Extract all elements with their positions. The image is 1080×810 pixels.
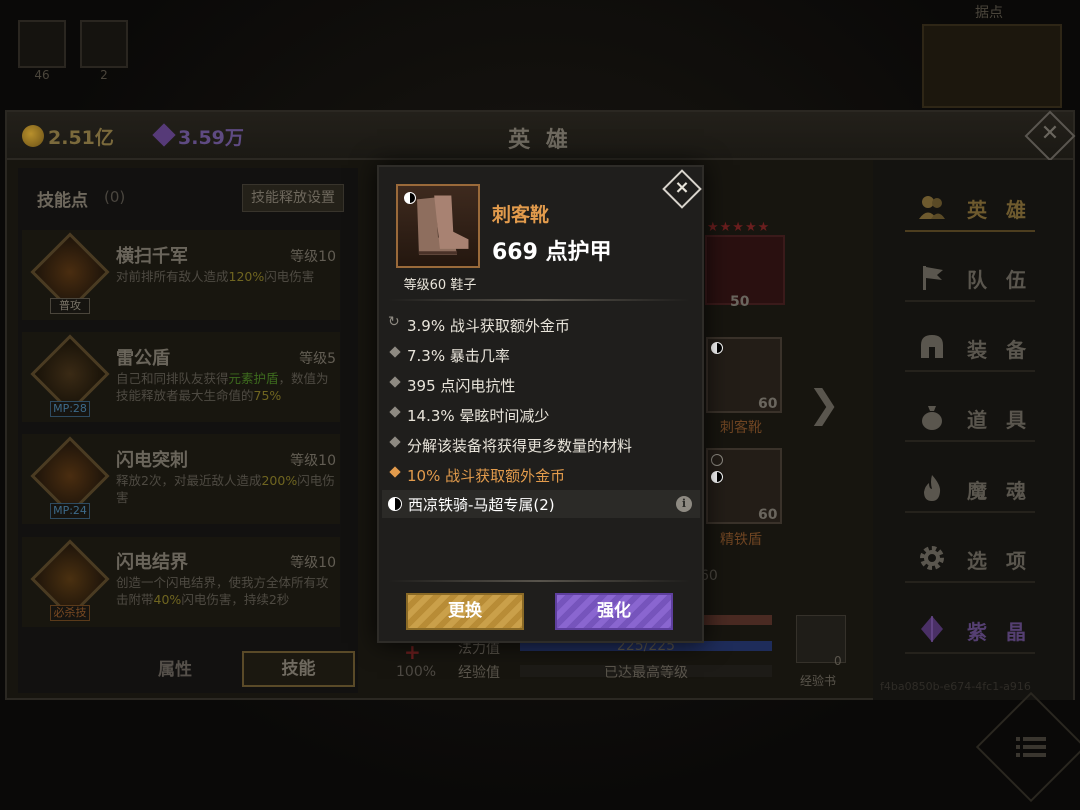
refresh-icon: ↻: [388, 314, 400, 330]
sidebar-item-crystal[interactable]: 紫 晶: [905, 606, 1035, 654]
gold-amount: 2.51亿: [48, 127, 114, 149]
sidebar-item-soul[interactable]: 魔 魂: [905, 465, 1035, 513]
item-stat-row: 395 点闪电抗性: [388, 370, 693, 400]
menu-icon: [1016, 737, 1046, 757]
percent-value: 100%: [396, 664, 437, 680]
hero-star-rating: ★★★★★: [707, 220, 771, 235]
upgrade-button[interactable]: 强化: [555, 593, 673, 630]
equipment-level: 60: [758, 507, 778, 523]
skill-description: 释放2次，对最近敌人造成200%闪电伤害: [116, 473, 335, 505]
skill-description: 创造一个闪电结界，使我方全体所有攻击附带40%闪电伤害，持续2秒: [116, 575, 329, 607]
item-stat-row-special: 10% 战斗获取额外金币: [388, 460, 693, 490]
gold-coin-icon: [22, 125, 44, 147]
skill-level: 等级5: [299, 351, 336, 367]
item-stat-row: 14.3% 晕眩时间减少: [388, 400, 693, 430]
exp-book-label: 经验书: [800, 674, 837, 688]
helmet-icon: [921, 335, 943, 358]
gem-amount: 3.59万: [178, 127, 244, 149]
item-armor-value: 669 点护甲: [492, 240, 612, 265]
sidebar-item-hero[interactable]: 英 雄: [905, 184, 1035, 232]
item-stat-row: ↻ 3.9% 战斗获取额外金币: [388, 314, 570, 335]
top-item-slot-2[interactable]: [80, 20, 128, 68]
skill-mp-tag: MP:24: [50, 503, 90, 519]
empty-circle-icon: [711, 454, 723, 466]
skill-name: 横扫千军: [116, 246, 188, 267]
skill-description: 对前排所有敌人造成120%闪电伤害: [116, 269, 315, 284]
close-icon: ✕: [1040, 121, 1060, 146]
yinyang-icon: [711, 471, 723, 483]
skill-tag: 普攻: [50, 298, 90, 314]
tab-skills[interactable]: 技能: [242, 651, 355, 687]
item-level-type: 等级60 鞋子: [403, 278, 477, 293]
exp-book-count: 0: [834, 654, 842, 668]
flame-icon: [924, 475, 941, 501]
divider: [388, 580, 690, 582]
info-icon[interactable]: i: [676, 496, 692, 512]
gear-icon: [920, 546, 944, 570]
sidebar-item-label: 道 具: [967, 408, 1032, 432]
bag-icon: [922, 406, 942, 430]
divider: [388, 299, 690, 301]
diamond-bullet-icon: [389, 376, 401, 388]
item-name: 刺客靴: [492, 204, 550, 226]
sidebar-item-label: 英 雄: [967, 198, 1032, 222]
skill-level: 等级10: [290, 249, 336, 265]
top-item-slot-1[interactable]: [18, 20, 66, 68]
sidebar-item-label: 选 项: [967, 549, 1032, 573]
plus-icon: +: [404, 640, 421, 664]
exp-value: 已达最高等级: [604, 665, 688, 681]
diamond-bullet-icon: [389, 436, 401, 448]
diamond-bullet-icon: [389, 346, 401, 358]
item-set-name: 西凉铁骑-马超专属(2): [408, 496, 555, 514]
yinyang-icon: [388, 497, 402, 511]
equipment-name: 精铁盾: [720, 532, 762, 548]
player-id: f4ba0850b-e674-4fc1-a916: [880, 680, 1031, 693]
skill-points-count: (0): [104, 188, 126, 206]
sidebar-item-label: 队 伍: [967, 268, 1032, 292]
window-title: 英 雄: [508, 128, 572, 153]
sidebar-item-label: 紫 晶: [967, 620, 1032, 644]
item-stat-row: 分解该装备将获得更多数量的材料: [388, 430, 693, 460]
close-icon: ×: [674, 177, 690, 198]
sidebar-item-label: 装 备: [967, 338, 1032, 362]
skill-ultimate-tag: 必杀技: [50, 605, 90, 621]
skill-mp-tag: MP:28: [50, 401, 90, 417]
skill-name: 闪电结界: [116, 552, 188, 573]
sidebar-item-items[interactable]: 道 具: [905, 394, 1035, 442]
minimap[interactable]: [922, 24, 1062, 108]
yinyang-icon: [711, 342, 723, 354]
skill-level: 等级10: [290, 555, 336, 571]
yinyang-icon: [404, 192, 416, 204]
crystal-icon: [921, 616, 943, 642]
top-item-slot-2-count: 2: [100, 68, 108, 82]
skill-name: 闪电突刺: [116, 450, 188, 471]
skill-release-settings-button[interactable]: 技能释放设置: [242, 184, 344, 212]
hero-icon: [919, 196, 945, 219]
top-item-slot-1-count: 46: [34, 68, 50, 82]
sidebar-item-label: 魔 魂: [967, 479, 1032, 503]
sidebar-item-equipment[interactable]: 装 备: [905, 324, 1035, 372]
item-set-row[interactable]: 西凉铁骑-马超专属(2) i: [382, 490, 700, 518]
sidebar-item-options[interactable]: 选 项: [905, 535, 1035, 583]
skill-name: 雷公盾: [116, 348, 170, 369]
diamond-bullet-icon: [389, 406, 401, 418]
hero-level: 50: [730, 294, 750, 310]
replace-button[interactable]: 更换: [406, 593, 524, 630]
equipment-name: 刺客靴: [720, 420, 762, 436]
skill-level: 等级10: [290, 453, 336, 469]
skill-description: 自己和同排队友获得元素护盾，数值为技能释放者最大生命值的75%: [116, 371, 329, 403]
item-stat-row: 7.3% 暴击几率: [388, 340, 693, 370]
tab-attributes[interactable]: 属性: [110, 652, 240, 688]
equipment-level: 60: [758, 396, 778, 412]
chevron-right-icon[interactable]: ❯: [808, 382, 840, 426]
sidebar-item-team[interactable]: 队 伍: [905, 254, 1035, 302]
exp-label: 经验值: [458, 665, 500, 681]
flag-icon: [923, 266, 943, 290]
map-label: 据点: [975, 5, 1003, 21]
diamond-bullet-icon: [389, 466, 401, 478]
item-icon-boots: [396, 184, 480, 268]
skill-points-label: 技能点: [37, 191, 88, 211]
